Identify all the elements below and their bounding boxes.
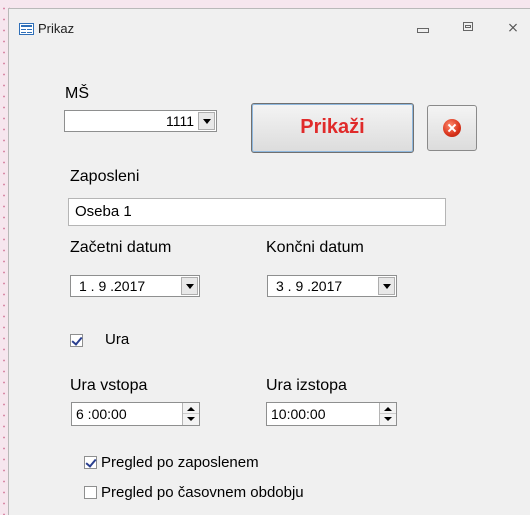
start-date-label: Začetni datum — [70, 239, 172, 256]
end-date-picker[interactable]: 3 . 9 .2017 — [267, 275, 397, 297]
decrement-icon[interactable] — [380, 414, 396, 425]
end-date-label: Končni datum — [266, 239, 364, 256]
ms-label: MŠ — [65, 85, 89, 102]
time-in-field[interactable]: 6 :00:00 — [71, 402, 200, 426]
time-out-field[interactable]: 10:00:00 — [266, 402, 397, 426]
window-title: Prikaz — [38, 21, 75, 36]
employee-field[interactable]: Oseba 1 — [68, 198, 446, 226]
hours-label: Ura — [105, 331, 130, 348]
close-icon — [443, 119, 461, 137]
time-out-spinner — [379, 403, 396, 425]
by-period-checkbox[interactable] — [84, 486, 97, 499]
hours-checkbox[interactable] — [70, 334, 83, 347]
by-employee-checkbox[interactable] — [84, 456, 97, 469]
title-bar: Prikaz ⨯ — [9, 9, 530, 47]
ms-value: 1111 — [165, 113, 194, 129]
increment-icon[interactable] — [183, 403, 199, 414]
chevron-down-icon[interactable] — [198, 112, 215, 130]
time-in-spinner — [182, 403, 199, 425]
prikaz-window: Prikaz ⨯ MŠ 1111 Prikaži Zaposleni Oseba… — [8, 8, 530, 515]
chevron-down-icon[interactable] — [378, 277, 395, 295]
end-date-value: 3 . 9 .2017 — [276, 278, 343, 294]
time-out-label: Ura izstopa — [266, 377, 347, 394]
form-icon — [19, 23, 34, 35]
restore-button[interactable] — [458, 19, 478, 37]
minimize-button[interactable] — [413, 19, 433, 37]
time-in-value: 6 :00:00 — [76, 406, 127, 422]
start-date-value: 1 . 9 .2017 — [79, 278, 146, 294]
by-employee-label: Pregled po zaposlenem — [101, 454, 259, 471]
time-in-label: Ura vstopa — [70, 377, 148, 394]
chevron-down-icon[interactable] — [181, 277, 198, 295]
start-date-picker[interactable]: 1 . 9 .2017 — [70, 275, 200, 297]
window-close-button[interactable]: ⨯ — [503, 19, 523, 37]
show-button[interactable]: Prikaži — [251, 103, 414, 153]
decrement-icon[interactable] — [183, 414, 199, 425]
close-form-button[interactable] — [427, 105, 477, 151]
by-period-label: Pregled po časovnem obdobju — [101, 484, 304, 501]
increment-icon[interactable] — [380, 403, 396, 414]
ms-combobox[interactable]: 1111 — [64, 110, 217, 132]
time-out-value: 10:00:00 — [271, 406, 326, 422]
employee-label: Zaposleni — [70, 168, 140, 185]
